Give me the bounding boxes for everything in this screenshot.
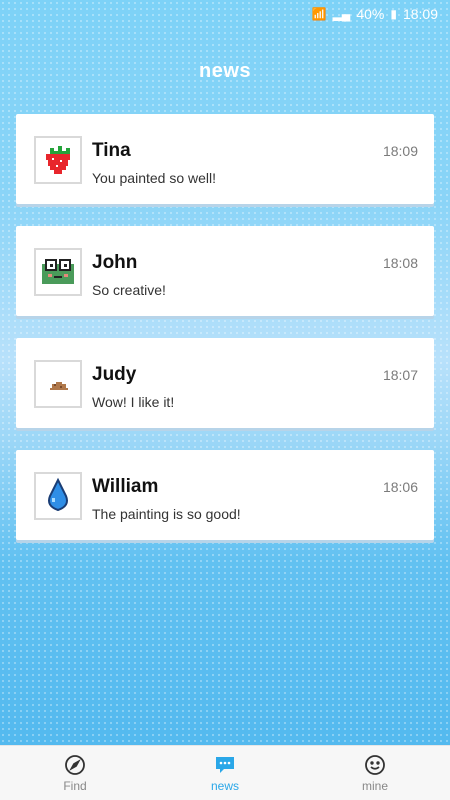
battery-percent: 40% [356,6,385,22]
tab-news[interactable]: news [175,753,275,793]
avatar [34,472,82,520]
tab-label: Find [63,779,87,793]
message-list: Tina 18:09 You painted so well! John 18:… [16,114,434,562]
bottom-tab-bar: Find news mine [0,745,450,800]
compass-icon [65,755,85,775]
message-time: 18:08 [382,255,418,271]
status-bar: 📶 ▂▄ 40% ▮ 18:09 [0,0,450,28]
tab-label: mine [361,779,388,793]
smiley-icon [365,755,385,775]
sender-name: William [92,476,159,497]
wifi-icon: 📶 [311,7,327,21]
chat-icon [216,757,234,773]
message-text: You painted so well! [92,170,217,186]
message-text: Wow! I like it! [92,394,175,410]
water-drop-icon [36,474,80,518]
frog-icon [36,250,80,294]
sender-name: Judy [92,364,137,385]
tab-label: news [210,779,239,793]
message-item[interactable]: William 18:06 The painting is so good! [16,450,434,540]
pile-icon [36,362,80,406]
signal-icon: ▂▄ [332,7,351,21]
message-time: 18:06 [382,479,418,495]
sender-name: Tina [92,140,131,161]
message-time: 18:07 [382,367,418,383]
battery-icon: ▮ [390,7,397,21]
message-text: So creative! [92,282,166,298]
sender-name: John [92,252,138,273]
message-item[interactable]: Judy 18:07 Wow! I like it! [16,338,434,428]
message-text: The painting is so good! [92,506,241,522]
tab-mine[interactable]: mine [325,753,425,793]
tab-find[interactable]: Find [25,753,125,793]
message-item[interactable]: John 18:08 So creative! [16,226,434,316]
avatar [34,360,82,408]
strawberry-icon [36,138,80,182]
status-time: 18:09 [402,6,438,22]
avatar [34,248,82,296]
page-title: news [198,60,252,82]
message-time: 18:09 [382,143,418,159]
avatar [34,136,82,184]
message-item[interactable]: Tina 18:09 You painted so well! [16,114,434,204]
